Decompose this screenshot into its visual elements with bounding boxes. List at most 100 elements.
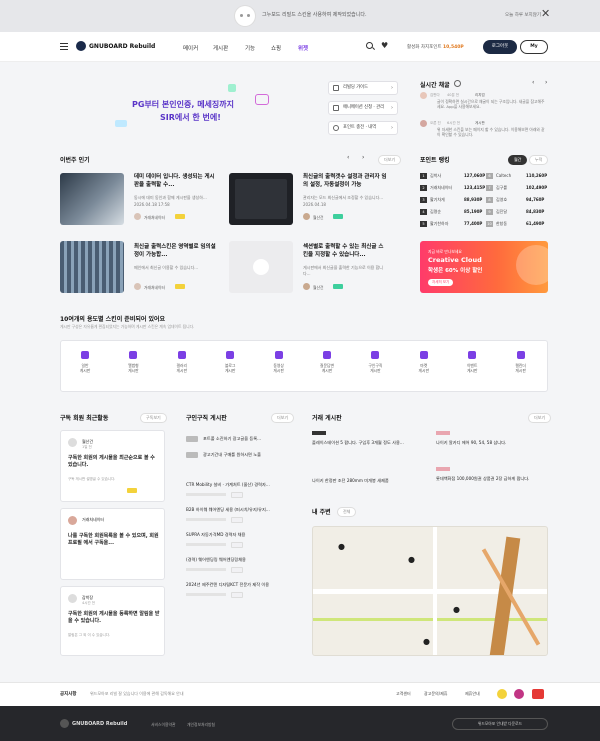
job-item[interactable]: (경력) 웨어엔딩링 웨어엔딩링채용 [186, 557, 291, 563]
skin-item[interactable]: 구인구직 게시판 [355, 351, 395, 373]
footer-link[interactable]: 제휴안내 [465, 691, 480, 697]
market-item[interactable]: 롯데백화점 100,000원권 상품권 2장 급하게 팝니다. [436, 476, 548, 482]
skin-item[interactable]: 캘린더 게시판 [501, 351, 541, 373]
map-pin-icon[interactable]: ● [338, 542, 345, 551]
market-item[interactable]: 나이키 한정판 조던 280mm 미개봉 새제품 [312, 478, 422, 484]
sub-card[interactable]: 월산건 1일 전 구독한 회원의 게시물을 최근순으로 볼 수 있습니다. 구독… [60, 430, 165, 502]
skin-item[interactable]: 일반 게시판 [65, 351, 105, 373]
job-item[interactable]: 2024년 제주컨텐 디자털KCT 전문가 제작 이용 [186, 582, 291, 588]
nav-item-active[interactable]: 위젯 [298, 44, 308, 52]
next-icon[interactable]: › [362, 154, 364, 161]
post-title[interactable]: 최신글의 출력갯수 설정과 관리자 임의 설정, 자동설정이 가능 [303, 173, 388, 189]
promo-banner[interactable]: 지금 바로 만나보세요 Creative Cloud 학생은 60% 이상 할인… [420, 241, 548, 293]
sub-meta: 구독 게시판 설명글 수 있습니다. [68, 477, 116, 481]
rt-text: 위 자세한 스킨을 보는 페이지 할 수 있습니다. 이용해보면 아래와 같이 … [437, 127, 545, 137]
instagram-icon[interactable] [514, 689, 524, 699]
map-pin-icon[interactable]: ● [453, 605, 460, 614]
search-icon[interactable] [366, 42, 373, 49]
prev-icon[interactable]: ‹ [532, 79, 534, 86]
nav-item[interactable]: 메이커 [183, 44, 198, 52]
chevron-right-icon: › [391, 85, 393, 91]
sub-time: 1일 전 [82, 445, 92, 449]
heart-icon[interactable]: ♥ [381, 41, 388, 50]
tab-monthly[interactable]: 월간 [508, 155, 528, 165]
ranking-row[interactable]: 9 김진달 84,830P [486, 209, 548, 215]
sub-card[interactable]: 감박장 4시간 전 구독한 회원의 게시물을 등록하면 알림을 받을 수 있습니… [60, 586, 165, 656]
terms-link[interactable]: 서비스이용약관 [151, 722, 175, 728]
post-title[interactable]: 데미 데이터 입니다. 생성되는 게시판을 출력할 수... [134, 173, 219, 189]
next-icon[interactable]: › [545, 79, 547, 86]
map-pin-icon[interactable]: ● [423, 637, 430, 646]
jobs-more-button[interactable]: 더보기 [271, 413, 295, 423]
ranking-row[interactable]: 3 활기차게 88,930P [420, 197, 482, 203]
guide-link[interactable]: 포인트 충전 · 내역 › [328, 121, 398, 135]
post-thumbnail[interactable] [60, 173, 124, 225]
sub-more-button[interactable]: 구독보기 [140, 413, 167, 423]
skin-icon [177, 351, 186, 359]
ranking-row[interactable]: 10 한창동 61,490P [486, 221, 548, 227]
rank-name: 김진달 [496, 209, 508, 214]
ranking-row[interactable]: 7 김구를 102,490P [486, 185, 548, 191]
map-select[interactable]: 전체 [337, 507, 357, 517]
clock-icon [454, 80, 461, 87]
close-icon[interactable]: ✕ [541, 8, 550, 19]
brand-icon[interactable] [532, 689, 544, 699]
post-title[interactable]: 섹션별로 출력할 수 있는 최신글 스킨을 지정할 수 있습니다... [303, 243, 388, 259]
brand-name[interactable]: GNUBOARD Rebuild [89, 43, 155, 50]
job-item[interactable]: 광고기간내 구매를 원하시면 노출 [203, 452, 291, 458]
prev-icon[interactable]: ‹ [347, 154, 349, 161]
privacy-link[interactable]: 개인정보처리방침 [187, 722, 215, 728]
job-item[interactable]: SUPRA 자동가격MD 경력자 채용 [186, 532, 291, 538]
ranking-row[interactable]: 4 김명순 85,190P [420, 209, 482, 215]
promo-button[interactable]: 자세히 보기 [428, 279, 454, 286]
market-item[interactable]: 플레이스테이션 5 팝니다. 구입후 3개월 정도 사용... [312, 440, 422, 446]
sub-title: 구독 회원 최근활동 [60, 415, 109, 422]
skin-item[interactable]: 블로그 게시판 [210, 351, 250, 373]
post-thumbnail[interactable] [229, 241, 293, 293]
market-more-button[interactable]: 더보기 [528, 413, 552, 423]
map[interactable]: ● ● ● ● [312, 526, 548, 656]
job-item[interactable]: 포트폴 소진하기 광고글을 등록... [203, 436, 291, 442]
tag [333, 214, 343, 219]
tab-total[interactable]: 누적 [529, 155, 549, 165]
guide-link[interactable]: 리빌딩 가이드 › [328, 81, 398, 95]
more-button[interactable]: 더보기 [378, 155, 402, 165]
guide-link[interactable]: 애니메이션 신청 · 관리 › [328, 101, 398, 115]
job-item[interactable]: CTR Mobility 설비 · 가계처트 (울산) 경력자... [186, 482, 291, 488]
skin-label: 갤러리 게시판 [176, 363, 188, 373]
skin-item[interactable]: 마켓 게시판 [404, 351, 444, 373]
ranking-row[interactable]: 1 김박사 127,060P [420, 173, 485, 179]
skin-item[interactable]: 동영상 게시판 [259, 351, 299, 373]
skin-item[interactable]: 이벤트 게시판 [452, 351, 492, 373]
menu-icon[interactable] [60, 43, 68, 50]
sub-card[interactable]: 거래처네이터 나를 구독한 회원목록을 볼 수 있으며, 회원 프로필 에서 구… [60, 508, 165, 580]
skin-item[interactable]: 질문답변 게시판 [307, 351, 347, 373]
skin-item[interactable]: 앨범형 게시판 [113, 351, 153, 373]
nav-item[interactable]: 기능 [245, 44, 255, 52]
logo-icon[interactable] [76, 41, 86, 51]
ranking-row[interactable]: 5 활기찬하자 77,400P [420, 221, 482, 227]
hide-today-link[interactable]: 오늘 하루 보지않기 [505, 12, 541, 18]
ranking-row[interactable]: 8 김영호 94,760P [486, 197, 548, 203]
kakao-icon[interactable] [497, 689, 507, 699]
nav-item[interactable]: 쇼핑 [271, 44, 281, 52]
skin-item[interactable]: 갤러리 게시판 [162, 351, 202, 373]
post-thumbnail[interactable] [60, 241, 124, 293]
map-pin-icon[interactable]: ● [408, 555, 415, 564]
post-title[interactable]: 최신글 출력스킨은 영역별로 임의설정이 가능합... [134, 243, 219, 259]
footer-link[interactable]: 광고문의/제휴 [424, 691, 447, 697]
ranking-row[interactable]: 6 Caltech 110,260P [486, 173, 548, 179]
nav-item[interactable]: 게시판 [213, 44, 228, 52]
footer-link[interactable]: 고객센터 [396, 691, 411, 697]
logout-button[interactable]: 로그아웃 [483, 40, 517, 54]
market-item[interactable]: 나이키 알카디 에어 90, 54, 58 삽니다. [436, 440, 548, 446]
skin-icon [226, 351, 235, 359]
badge [436, 467, 450, 471]
my-button[interactable]: My [520, 40, 548, 54]
post-thumbnail[interactable] [229, 173, 293, 225]
hero-banner[interactable]: PG부터 본인인증, 메세징까지 SIR에서 한 번에! [60, 78, 320, 144]
job-item[interactable]: B2B 하이웨 웨어엔딩 세용 (퍼시치/유지/유지... [186, 507, 291, 513]
ranking-row[interactable]: 2 거래처네이터 123,415P [420, 185, 485, 191]
notice-text[interactable]: 위드모아포 리빌 잘 있습니다 이용에 관해 감독해요 안내 [90, 691, 184, 697]
download-button[interactable]: 위드모아포 안내받 다운로드 [452, 718, 548, 730]
